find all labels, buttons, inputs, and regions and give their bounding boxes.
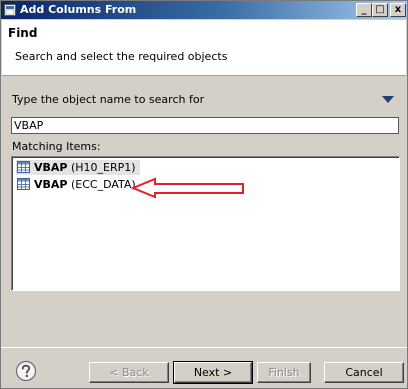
app-icon bbox=[4, 4, 16, 16]
table-icon bbox=[17, 161, 30, 173]
page-description: Search and select the required objects bbox=[15, 50, 228, 63]
next-button[interactable]: Next > bbox=[173, 361, 253, 384]
finish-button[interactable]: Finish bbox=[257, 362, 311, 383]
title-bar[interactable]: Add Columns From _ □ x bbox=[1, 1, 407, 19]
cancel-button[interactable]: Cancel bbox=[324, 362, 404, 383]
window-title: Add Columns From bbox=[20, 3, 137, 16]
search-label: Type the object name to search for bbox=[12, 93, 205, 106]
add-columns-dialog: Add Columns From _ □ x Find Search and s… bbox=[0, 0, 408, 389]
chevron-down-icon[interactable] bbox=[382, 96, 394, 103]
back-button[interactable]: < Back bbox=[89, 362, 169, 383]
item-name: VBAP bbox=[34, 161, 68, 174]
maximize-button[interactable]: □ bbox=[372, 3, 388, 17]
red-arrow-annotation-icon bbox=[131, 177, 244, 199]
button-bar-separator bbox=[1, 347, 407, 348]
close-button[interactable]: x bbox=[390, 3, 406, 17]
search-input[interactable] bbox=[11, 117, 399, 134]
list-item[interactable]: VBAP (H10_ERP1) bbox=[16, 160, 140, 175]
item-name: VBAP bbox=[34, 178, 68, 191]
help-icon[interactable] bbox=[15, 360, 37, 382]
minimize-button[interactable]: _ bbox=[356, 3, 372, 17]
wizard-header: Find Search and select the required obje… bbox=[2, 20, 406, 76]
table-icon bbox=[17, 178, 30, 190]
list-item[interactable]: VBAP (ECC_DATA) bbox=[16, 177, 136, 192]
item-source: (H10_ERP1) bbox=[67, 161, 136, 174]
item-source: (ECC_DATA) bbox=[67, 178, 136, 191]
page-title: Find bbox=[8, 26, 38, 40]
matching-items-label: Matching Items: bbox=[12, 140, 101, 153]
